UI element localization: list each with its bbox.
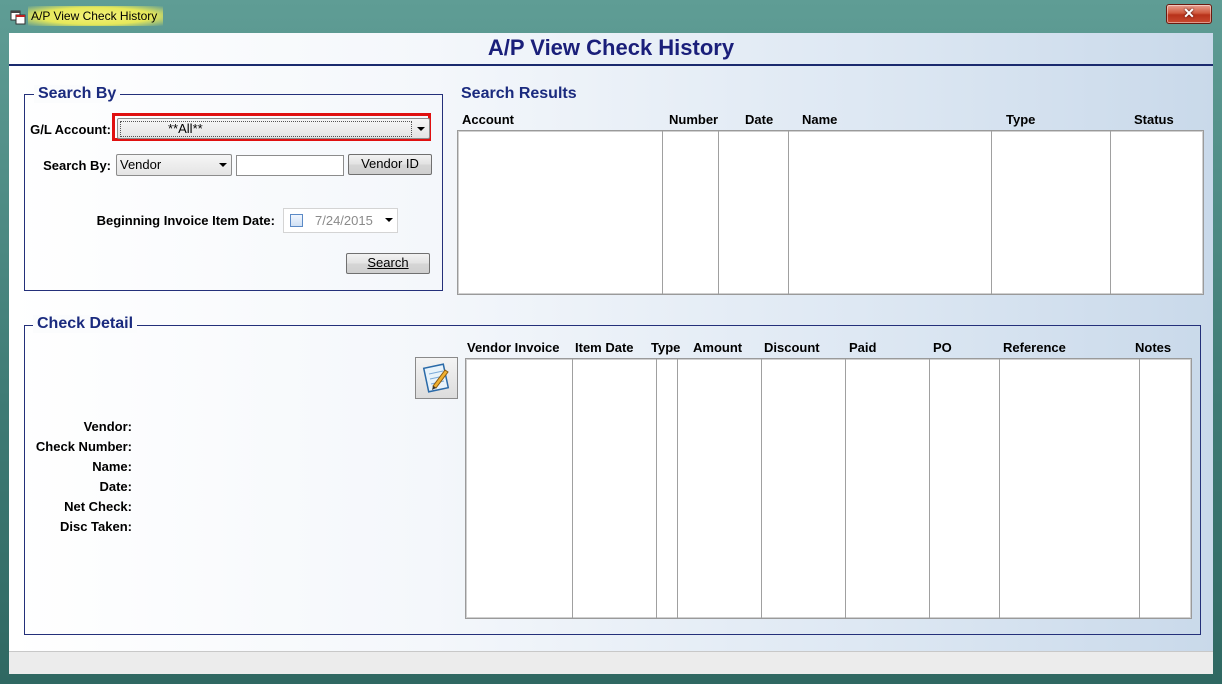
search-by-dropdown[interactable]: Vendor <box>116 154 232 176</box>
window-title: A/P View Check History <box>28 6 164 26</box>
search-by-label: Search By: <box>43 158 111 173</box>
edit-notes-button[interactable] <box>415 357 458 399</box>
gl-account-label: G/L Account: <box>30 122 111 137</box>
close-icon: ✕ <box>1183 5 1195 21</box>
disc-taken-label: Disc Taken: <box>59 519 132 534</box>
search-text-input[interactable] <box>236 155 344 176</box>
col-vendor-invoice[interactable]: Vendor Invoice <box>467 340 559 355</box>
date-label: Date: <box>99 479 132 494</box>
grid-divider <box>788 131 789 294</box>
chevron-down-icon <box>417 127 425 131</box>
close-button[interactable]: ✕ <box>1166 4 1212 24</box>
grid-divider <box>1110 131 1111 294</box>
grid-divider <box>761 359 762 618</box>
col-amount[interactable]: Amount <box>693 340 742 355</box>
net-check-label: Net Check: <box>64 499 132 514</box>
grid-divider <box>662 131 663 294</box>
col-name[interactable]: Name <box>802 112 837 127</box>
col-type[interactable]: Type <box>1006 112 1035 127</box>
col-date[interactable]: Date <box>745 112 773 127</box>
check-detail-grid[interactable] <box>465 358 1192 619</box>
search-by-value: Vendor <box>120 157 162 172</box>
notepad-edit-icon <box>422 363 450 393</box>
col-paid[interactable]: Paid <box>849 340 876 355</box>
gl-account-dropdown[interactable]: **All** <box>117 118 430 139</box>
gl-account-value: **All** <box>168 121 203 136</box>
page-title: A/P View Check History <box>487 35 735 60</box>
grid-divider <box>1139 359 1140 618</box>
col-type[interactable]: Type <box>651 340 680 355</box>
col-status[interactable]: Status <box>1134 112 1174 127</box>
begin-date-picker[interactable]: 7/24/2015 <box>283 208 398 233</box>
col-number[interactable]: Number <box>669 112 718 127</box>
begin-date-label: Beginning Invoice Item Date: <box>96 213 275 228</box>
grid-divider <box>677 359 678 618</box>
vendor-id-button[interactable]: Vendor ID <box>348 154 432 175</box>
grid-divider <box>991 131 992 294</box>
search-results-title: Search Results <box>461 85 577 102</box>
grid-divider <box>718 131 719 294</box>
grid-divider <box>999 359 1000 618</box>
client-area: A/P View Check History Search By G/L Acc… <box>9 33 1213 674</box>
search-button[interactable]: Search <box>346 253 430 274</box>
col-notes[interactable]: Notes <box>1135 340 1171 355</box>
focus-rect <box>120 121 412 137</box>
application-window: A/P View Check History ✕ A/P View Check … <box>0 0 1222 684</box>
col-discount[interactable]: Discount <box>764 340 820 355</box>
header-divider <box>9 64 1213 66</box>
status-bar <box>9 651 1213 674</box>
search-button-label: Search <box>367 255 409 270</box>
col-po[interactable]: PO <box>933 340 952 355</box>
search-results-grid[interactable] <box>457 130 1204 295</box>
col-reference[interactable]: Reference <box>1003 340 1066 355</box>
grid-divider <box>929 359 930 618</box>
grid-divider <box>656 359 657 618</box>
col-account[interactable]: Account <box>462 112 514 127</box>
grid-divider <box>845 359 846 618</box>
chevron-down-icon <box>219 163 227 167</box>
search-by-title: Search By <box>34 85 121 103</box>
col-item-date[interactable]: Item Date <box>575 340 634 355</box>
check-detail-title: Check Detail <box>33 315 138 333</box>
check-number-label: Check Number: <box>35 439 132 454</box>
window-icon[interactable] <box>10 9 26 25</box>
name-label: Name: <box>92 459 132 474</box>
begin-date-value: 7/24/2015 <box>315 213 373 228</box>
title-bar[interactable]: A/P View Check History ✕ <box>0 0 1222 32</box>
chevron-down-icon <box>385 218 393 222</box>
vendor-label: Vendor: <box>83 419 132 434</box>
date-checkbox[interactable] <box>290 214 303 227</box>
grid-divider <box>572 359 573 618</box>
